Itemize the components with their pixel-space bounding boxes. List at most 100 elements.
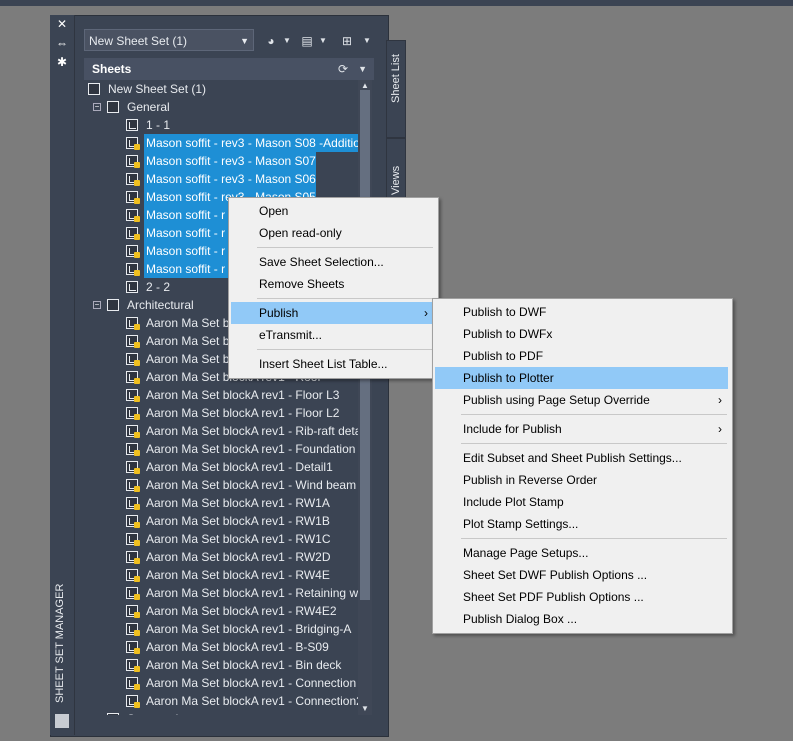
sheet-item[interactable]: Aaron Ma Set blockA rev1 - B-S09 [144,638,329,656]
tree-options-icon[interactable]: ⊞ [338,32,356,50]
collapse-toggle-icon[interactable]: − [93,301,101,309]
sheet-set-combo[interactable]: New Sheet Set (1) ▼ [84,29,254,51]
context-menu-item-label: Open read-only [259,226,342,240]
publish-menu-item[interactable]: Publish to DWF [435,301,728,323]
chevron-down-icon[interactable]: ▼ [358,58,367,80]
sheet-item[interactable]: Aaron Ma Set blockA rev1 - RW1C [144,530,331,548]
sheet-item-label: Aaron Ma Set blockA rev1 - RW4E [146,568,330,582]
palette-title: SHEET SET MANAGER [54,583,66,703]
sheet-item[interactable]: Aaron Ma Set blockA rev1 - Connection [144,674,356,692]
sheet-item[interactable]: Aaron Ma Set blockA rev1 - RW2D [144,548,331,566]
color-wheel-icon[interactable]: ◕ [262,32,280,50]
sheet-item-label: Mason soffit - r [146,226,226,240]
tree-group-structural[interactable]: Structural [125,710,178,715]
publish-menu-item[interactable]: Edit Subset and Sheet Publish Settings..… [435,447,728,469]
close-icon[interactable]: ✕ [54,17,70,31]
chevron-right-icon: › [718,393,722,407]
sheet-item-label: Aaron Ma Set blockA rev1 - Connection [146,676,357,690]
publish-menu-item[interactable]: Plot Stamp Settings... [435,513,728,535]
sheet-item[interactable]: Aaron Ma Set blockA rev1 - RW1B [144,512,330,530]
publish-menu-item[interactable]: Include Plot Stamp [435,491,728,513]
publish-menu-item[interactable]: Publish Dialog Box ... [435,608,728,630]
chevron-down-icon[interactable]: ▼ [362,32,372,50]
sheet-item[interactable]: 2 - 2 [144,278,170,296]
publish-menu-item[interactable]: Sheet Set PDF Publish Options ... [435,586,728,608]
publish-icon[interactable]: ▤ [298,32,316,50]
sheet-item[interactable]: Aaron Ma Set blockA rev1 - Retaining wa [144,584,365,602]
sheet-item[interactable]: Aaron Ma Set blockA rev1 - Floor L2 [144,404,339,422]
group-icon [107,101,119,113]
sheet-item[interactable]: Aaron Ma Set blockA rev1 - RW1A [144,494,330,512]
sheet-item[interactable]: Mason soffit - rev3 - Mason S07 [144,152,316,170]
sheet-item[interactable]: Aaron Ma Set blockA rev1 - Bridging-A [144,620,351,638]
menu-separator [257,349,433,350]
sheets-header-title: Sheets [92,62,132,76]
sheet-set-combo-value: New Sheet Set (1) [89,34,188,48]
context-menu-item[interactable]: Open read-only [231,222,434,244]
toolbar: New Sheet Set (1) ▼ ◕ ▼ ▤ ▼ ⊞ ▼ [84,29,380,53]
autohide-icon[interactable]: ⇔ [54,36,70,50]
sheet-item[interactable]: Aaron Ma Set blockA rev1 - Floor L3 [144,386,339,404]
tree-group-architectural-label: Architectural [127,298,194,312]
context-menu-item[interactable]: Open [231,200,434,222]
publish-menu-item-label: Include Plot Stamp [463,495,564,509]
lock-icon [134,324,140,330]
publish-submenu: Publish to DWF Publish to DWFx Publish to … [432,298,733,634]
sheet-item-label: 2 - 2 [146,280,171,294]
tree-group-structural-label: Structural [127,712,178,715]
context-menu-item[interactable]: Save Sheet Selection... [231,251,434,273]
sheet-item-label: Aaron Ma Set blockA rev1 - RW1B [146,514,330,528]
palette-menu-icon[interactable] [55,714,69,728]
tab-views[interactable]: Views [386,138,406,200]
publish-menu-item[interactable]: Sheet Set DWF Publish Options ... [435,564,728,586]
tree-root[interactable]: New Sheet Set (1) [106,80,206,98]
sheet-item[interactable]: 1 - 1 [144,116,170,134]
sheet-item[interactable]: Aaron Ma Set blockA rev1 - Foundation [144,440,355,458]
publish-menu-item[interactable]: Manage Page Setups... [435,542,728,564]
tree-group-general[interactable]: General [125,98,170,116]
sheet-item[interactable]: Aaron Ma Set blockA rev1 - RW4E [144,566,330,584]
sheet-item[interactable]: Mason soffit - rev3 - Mason S06 [144,170,316,188]
publish-menu-item[interactable]: Publish using Page Setup Override › [435,389,728,411]
publish-menu-item[interactable]: Publish in Reverse Order [435,469,728,491]
refresh-icon[interactable]: ⟳ [338,58,348,80]
sheet-icon [126,281,138,293]
chevron-down-icon[interactable]: ▼ [282,32,292,50]
context-menu-item-label: Open [259,204,289,218]
lock-icon [134,594,140,600]
menu-separator [461,414,727,415]
sheet-item-label: Aaron Ma Set blockA rev1 - Connection2 [146,694,363,708]
lock-icon [134,648,140,654]
sheet-item-label: Aaron Ma Set blockA rev1 - RW2D [146,550,331,564]
properties-icon[interactable]: ✱ [54,55,70,69]
chevron-down-icon[interactable]: ▼ [318,32,328,50]
group-icon [107,713,119,715]
publish-menu-item[interactable]: Publish to DWFx [435,323,728,345]
context-menu-item[interactable]: Publish › [231,302,434,324]
lock-icon [134,522,140,528]
publish-menu-item[interactable]: Include for Publish › [435,418,728,440]
sheet-item[interactable]: Aaron Ma Set blockA rev1 - Bin deck [144,656,341,674]
scroll-down-icon[interactable]: ▼ [361,704,369,713]
tree-group-general-label: General [127,100,170,114]
sheet-item-label: Mason soffit - rev3 - Mason S07 [146,154,316,168]
sheet-item[interactable]: Aaron Ma Set blockA rev1 - RW4E2 [144,602,337,620]
sheet-item[interactable]: Aaron Ma Set blockA rev1 - Detail1 [144,458,333,476]
publish-menu-item[interactable]: Publish to Plotter [435,367,728,389]
context-menu-item[interactable]: Remove Sheets [231,273,434,295]
group-icon [107,299,119,311]
sheet-item[interactable]: Mason soffit - rev3 - Mason S08 -Additio [144,134,362,152]
sheet-item[interactable]: Aaron Ma Set blockA rev1 - Rib-raft deta [144,422,361,440]
publish-menu-item[interactable]: Publish to PDF [435,345,728,367]
context-menu-item[interactable]: Insert Sheet List Table... [231,353,434,375]
sheet-item[interactable]: Aaron Ma Set blockA rev1 - Wind beam [144,476,356,494]
collapse-toggle-icon[interactable]: − [93,103,101,111]
tab-sheet-list[interactable]: Sheet List [386,40,406,138]
sheet-icon [126,119,138,131]
tree-group-architectural[interactable]: Architectural [125,296,194,314]
sheet-item[interactable]: Aaron Ma Set blockA rev1 - Connection2 [144,692,363,710]
context-menu-item[interactable]: eTransmit... [231,324,434,346]
sheet-item-label: Mason soffit - r [146,208,226,222]
scroll-up-icon[interactable]: ▲ [361,81,369,90]
publish-menu-item-label: Sheet Set PDF Publish Options ... [463,590,644,604]
